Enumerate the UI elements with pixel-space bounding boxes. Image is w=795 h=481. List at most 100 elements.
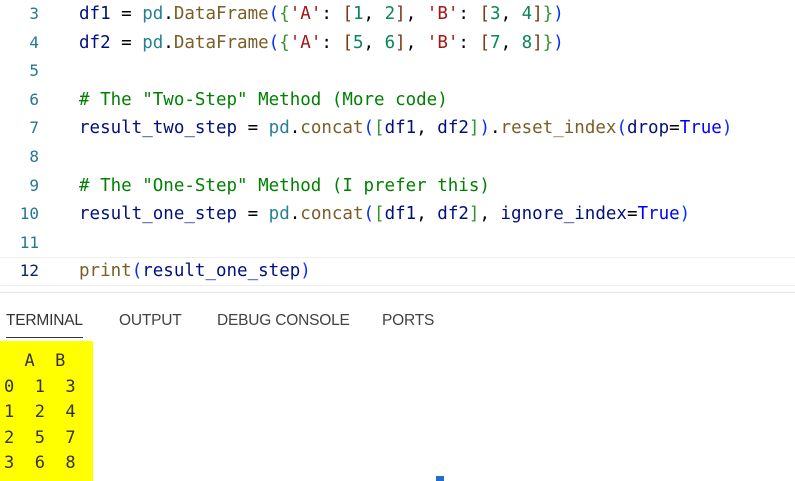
code-token: = — [626, 204, 638, 225]
code-token: pd — [268, 118, 290, 139]
code-text: # The "Two-Step" Method (More code) — [79, 86, 448, 115]
code-token: True — [637, 204, 680, 225]
code-token: , — [363, 4, 385, 24]
code-token: [ — [479, 32, 491, 53]
code-line[interactable]: 5 — [0, 57, 795, 86]
line-number: 10 — [19, 204, 39, 224]
tab-ports[interactable]: PORTS — [382, 312, 434, 330]
terminal-output-line: 2 5 7 — [4, 427, 76, 448]
panel-tab-bar: TERMINAL OUTPUT DEBUG CONSOLE PORTS — [0, 293, 795, 341]
code-token: , — [500, 32, 522, 53]
code-token: 'A' — [289, 4, 322, 24]
code-token: ) — [479, 118, 490, 139]
tab-debug-console[interactable]: DEBUG CONSOLE — [217, 312, 350, 330]
code-token: , — [416, 118, 438, 139]
code-token: = — [237, 118, 269, 139]
code-token: df1 — [384, 118, 417, 139]
code-line[interactable]: 10 result_one_step = pd.concat([df1, df2]… — [0, 200, 795, 229]
code-line[interactable]: 9 # The "One-Step" Method (I prefer this) — [0, 172, 795, 201]
code-line[interactable]: 3 df1 = pd.DataFrame({'A': [1, 2], 'B': [… — [0, 0, 795, 29]
code-token: concat — [300, 204, 364, 225]
code-token: 'B' — [426, 4, 459, 24]
code-token: df2 — [79, 32, 111, 53]
code-token: ) — [679, 204, 691, 225]
code-token: ] — [468, 204, 480, 225]
line-number: 6 — [29, 89, 39, 109]
code-token: print — [79, 261, 132, 282]
code-token: = — [237, 204, 269, 225]
code-token: , — [363, 32, 385, 53]
code-token: # The "Two-Step" Method (More code) — [79, 89, 448, 110]
tab-terminal[interactable]: TERMINAL — [6, 312, 83, 338]
code-token: ) — [300, 261, 311, 282]
code-token: DataFrame — [173, 32, 269, 53]
code-token: ) — [553, 4, 564, 24]
line-number: 11 — [19, 232, 39, 252]
code-token: { — [279, 4, 290, 24]
code-token: DataFrame — [173, 4, 269, 24]
code-token: 3 — [490, 4, 501, 24]
code-line[interactable]: 11 — [0, 229, 795, 258]
code-token: 2 — [384, 4, 396, 24]
code-token: [ — [342, 32, 353, 53]
line-number: 3 — [29, 4, 39, 23]
code-token: ) — [553, 32, 564, 53]
code-text: result_one_step = pd.concat([df1, df2], … — [79, 200, 690, 229]
code-token: reset_index — [500, 118, 617, 139]
terminal-output-highlight: A B 0 1 3 1 2 4 2 5 7 3 6 8 — [0, 341, 93, 481]
code-token: = — [110, 32, 143, 53]
code-token: : — [321, 32, 343, 53]
code-token: pd — [142, 32, 164, 53]
code-token: 1 — [353, 4, 364, 24]
code-line[interactable]: 7 result_two_step = pd.concat([df1, df2])… — [0, 114, 795, 143]
code-token: 5 — [353, 32, 364, 53]
code-token: ( — [363, 118, 375, 139]
code-token: 6 — [384, 32, 396, 53]
code-token: } — [542, 4, 554, 24]
line-number: 5 — [29, 61, 39, 81]
code-token: : — [321, 4, 343, 24]
terminal-panel[interactable]: A B 0 1 3 1 2 4 2 5 7 3 6 8 — [0, 341, 795, 481]
code-token: . — [163, 4, 174, 24]
code-text: result_two_step = pd.concat([df1, df2]).… — [79, 114, 732, 143]
code-line[interactable]: 8 — [0, 143, 795, 172]
line-number: 7 — [29, 118, 39, 138]
code-token: , — [479, 204, 501, 225]
code-line[interactable]: 4 df2 = pd.DataFrame({'A': [5, 6], 'B': [… — [0, 29, 795, 58]
code-token: . — [489, 118, 501, 139]
terminal-output-line: 1 2 4 — [4, 402, 76, 422]
code-token: ] — [395, 32, 406, 53]
code-editor[interactable]: 3 df1 = pd.DataFrame({'A': [1, 2], 'B': [… — [0, 0, 795, 292]
code-token: = — [110, 4, 143, 24]
line-number: 8 — [29, 147, 39, 166]
code-token: # The "One-Step" Method (I prefer this) — [79, 175, 490, 196]
code-token: df2 — [437, 118, 469, 139]
code-token: df2 — [437, 204, 469, 225]
code-token: ( — [363, 204, 375, 225]
code-token: result_one_step — [142, 261, 301, 282]
code-token: [ — [342, 4, 353, 24]
code-token: ) — [721, 118, 733, 139]
code-token: ignore_index — [500, 204, 627, 225]
code-token: . — [289, 118, 301, 139]
code-token: ( — [268, 32, 280, 53]
code-text: # The "One-Step" Method (I prefer this) — [79, 172, 490, 201]
code-line[interactable]: 6 # The "Two-Step" Method (More code) — [0, 86, 795, 115]
terminal-output-line: 0 1 3 — [4, 376, 76, 397]
line-number: 4 — [29, 32, 39, 52]
code-token: 4 — [521, 4, 533, 24]
code-token: concat — [300, 118, 364, 139]
scroll-indicator — [436, 476, 444, 481]
code-line[interactable]: 12 print(result_one_step) — [0, 257, 795, 286]
code-token: pd — [142, 4, 164, 24]
terminal-output-line: A B — [4, 351, 66, 371]
code-token: . — [163, 32, 174, 53]
tab-output[interactable]: OUTPUT — [119, 312, 182, 330]
code-token: result_two_step — [79, 118, 238, 139]
code-token: 'A' — [289, 32, 322, 53]
code-token: [ — [479, 4, 491, 24]
code-token: , — [405, 4, 427, 24]
code-token: ( — [131, 261, 143, 282]
code-token: , — [405, 32, 427, 53]
code-token: , — [416, 204, 438, 225]
